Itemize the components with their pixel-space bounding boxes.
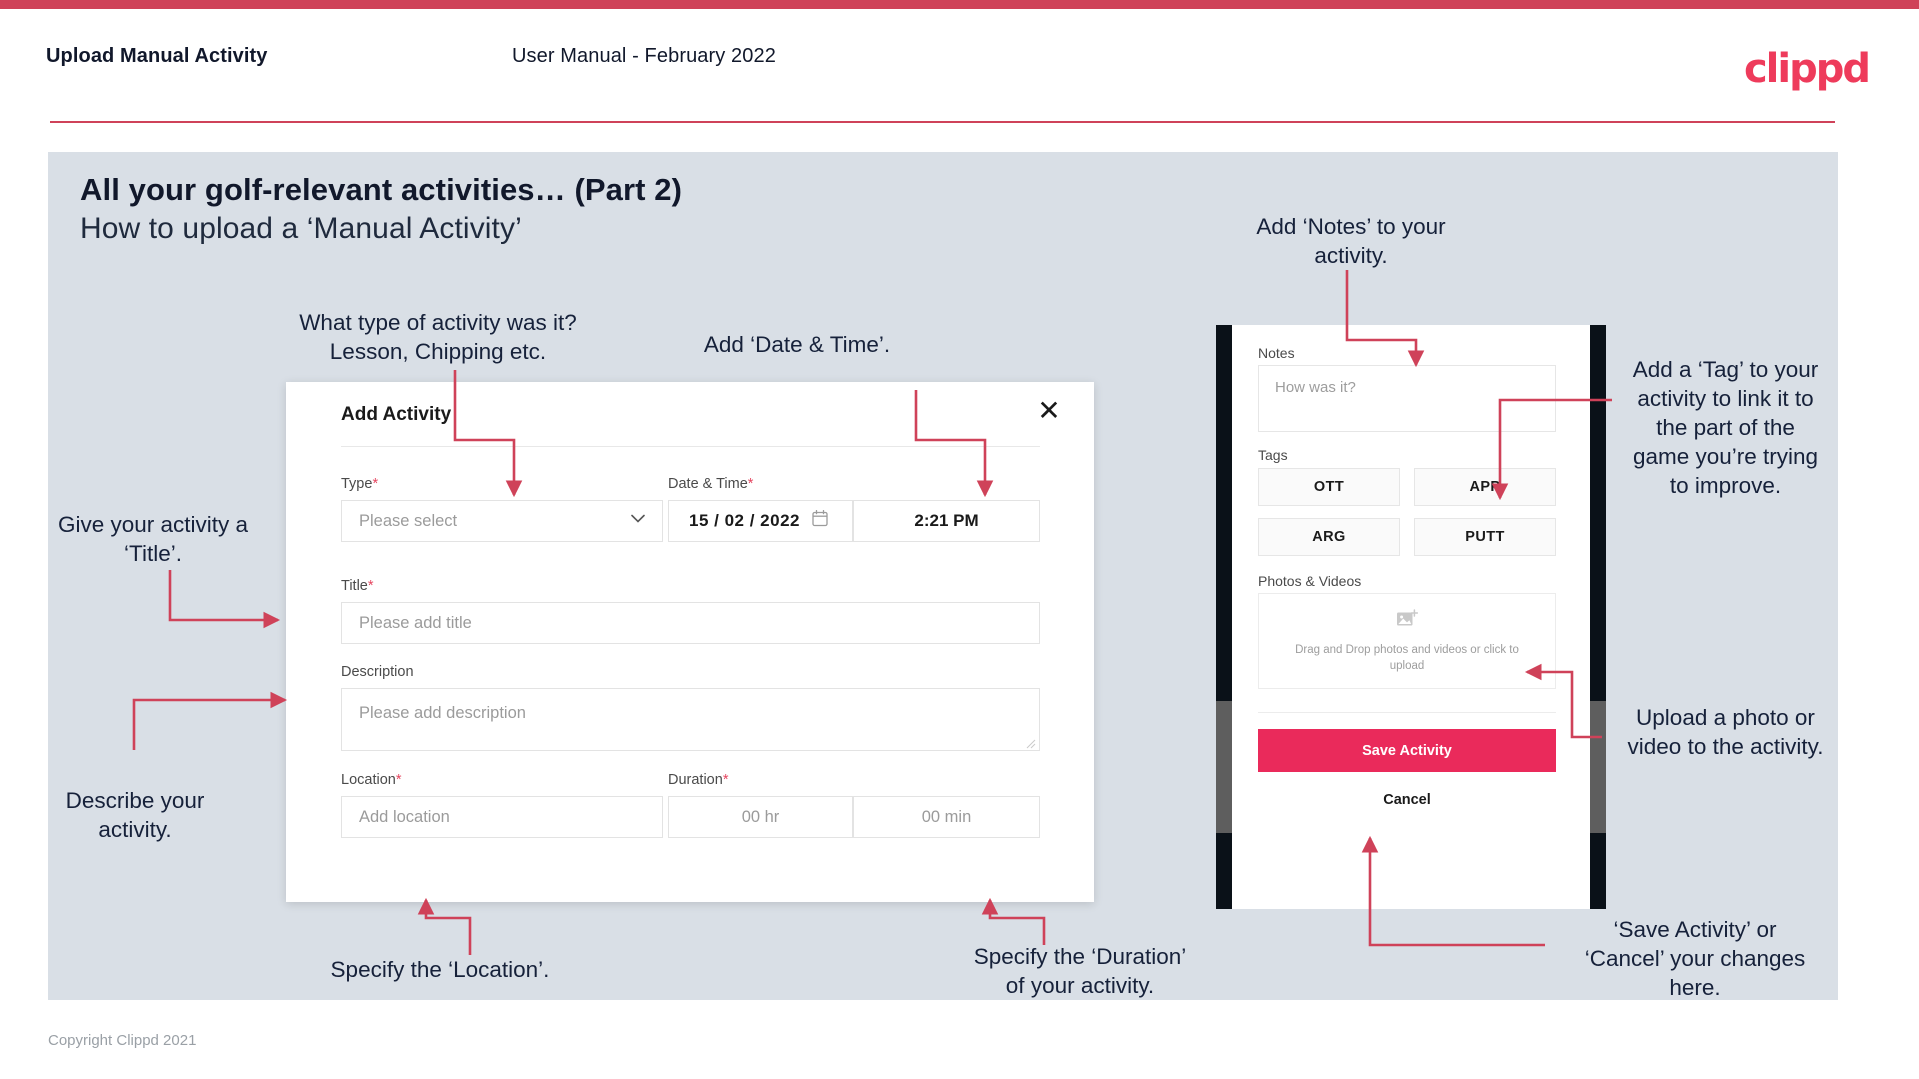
annotation-tags: Add a ‘Tag’ to your activity to link it t…: [1632, 357, 1819, 498]
time-input[interactable]: 2:21 PM: [853, 500, 1040, 542]
slide-subtitle: How to upload a ‘Manual Activity’: [80, 212, 522, 245]
close-icon[interactable]: ✕: [1032, 395, 1066, 429]
header-divider: [50, 121, 1835, 123]
dropzone-text: Drag and Drop photos and videos or click…: [1295, 643, 1519, 672]
annotation-datetime: Add ‘Date & Time’.: [703, 332, 891, 357]
footer-copyright: Copyright Clippd 2021: [48, 1032, 197, 1049]
date-input[interactable]: 15 / 02 / 2022: [668, 500, 853, 542]
annotation-save: ‘Save Activity’ or ‘Cancel’ your changes h…: [1584, 917, 1806, 1000]
description-label-text: Description: [341, 664, 414, 680]
slide-page: Upload Manual Activity User Manual - Feb…: [0, 0, 1919, 1079]
phone-mockup: Notes How was it? Tags OTT APP ARG PUTT …: [1216, 325, 1606, 909]
annotation-notes: Add ‘Notes’ to your activity.: [1256, 214, 1446, 268]
add-image-icon: [1396, 608, 1419, 634]
duration-hours-input[interactable]: 00 hr: [668, 796, 853, 838]
duration-hours-placeholder: 00 hr: [741, 807, 780, 826]
type-label-text: Type: [341, 476, 373, 492]
duration-required-mark: *: [722, 772, 729, 788]
type-placeholder: Please select: [359, 511, 458, 530]
type-required-mark: *: [372, 476, 379, 492]
tags-label: Tags: [1258, 447, 1288, 463]
page-title: Upload Manual Activity: [46, 45, 268, 67]
cancel-button[interactable]: Cancel: [1258, 782, 1556, 818]
location-label: Location*: [341, 772, 401, 788]
annotation-upload: Upload a photo or video to the activity.: [1627, 705, 1824, 759]
phone-button-right: [1590, 701, 1606, 833]
top-accent-bar: [0, 0, 1919, 9]
annotation-duration: Specify the ‘Duration’ of your activity.: [973, 944, 1187, 998]
annotation-type: What type of activity was it? Lesson, Chi…: [299, 310, 577, 364]
calendar-icon[interactable]: [812, 509, 828, 532]
photo-dropzone[interactable]: Drag and Drop photos and videos or click…: [1258, 593, 1556, 689]
description-placeholder: Please add description: [359, 704, 526, 722]
title-required-mark: *: [367, 578, 374, 594]
phone-screen: Notes How was it? Tags OTT APP ARG PUTT …: [1232, 325, 1590, 909]
notes-textarea[interactable]: How was it?: [1258, 365, 1556, 432]
annotation-title: Give your activity a ‘Title’.: [57, 512, 249, 566]
photos-label: Photos & Videos: [1258, 573, 1362, 589]
title-label-text: Title: [341, 578, 368, 594]
chevron-down-icon: [631, 514, 645, 528]
tag-putt[interactable]: PUTT: [1414, 518, 1556, 556]
save-activity-button[interactable]: Save Activity: [1258, 729, 1556, 772]
dialog-divider: [341, 446, 1040, 447]
notes-label: Notes: [1258, 345, 1295, 361]
tag-ott[interactable]: OTT: [1258, 468, 1400, 506]
dialog-header: Add Activity ✕: [286, 382, 1094, 446]
slide-title: All your golf-relevant activities… (Part…: [80, 172, 683, 207]
description-label: Description: [341, 664, 414, 680]
annotation-location: Specify the ‘Location’.: [330, 957, 550, 982]
date-value: 15 / 02 / 2022: [689, 511, 800, 530]
add-activity-dialog: Add Activity ✕ Type* Please select Date …: [286, 382, 1094, 902]
notes-placeholder: How was it?: [1275, 379, 1356, 396]
annotation-description: Describe your activity.: [65, 788, 205, 842]
datetime-label-text: Date & Time: [668, 476, 748, 492]
dialog-title: Add Activity: [341, 404, 452, 425]
type-label: Type*: [341, 476, 378, 492]
phone-button-left: [1216, 701, 1232, 833]
resize-grip-icon[interactable]: [1024, 736, 1036, 749]
type-select[interactable]: Please select: [341, 500, 663, 542]
tag-app[interactable]: APP: [1414, 468, 1556, 506]
title-label: Title*: [341, 578, 374, 594]
location-label-text: Location: [341, 772, 396, 788]
tag-arg[interactable]: ARG: [1258, 518, 1400, 556]
location-required-mark: *: [395, 772, 402, 788]
description-textarea[interactable]: Please add description: [341, 688, 1040, 751]
duration-label: Duration*: [668, 772, 728, 788]
duration-minutes-input[interactable]: 00 min: [853, 796, 1040, 838]
phone-divider: [1258, 712, 1556, 713]
duration-label-text: Duration: [668, 772, 723, 788]
location-placeholder: Add location: [359, 807, 450, 826]
title-placeholder: Please add title: [359, 613, 472, 632]
location-input[interactable]: Add location: [341, 796, 663, 838]
header-subtitle: User Manual - February 2022: [512, 45, 776, 67]
datetime-required-mark: *: [747, 476, 754, 492]
clippd-logo: clippd: [1743, 46, 1871, 92]
duration-minutes-placeholder: 00 min: [921, 807, 972, 826]
datetime-label: Date & Time*: [668, 476, 753, 492]
time-value: 2:21 PM: [914, 511, 979, 530]
title-input[interactable]: Please add title: [341, 602, 1040, 644]
